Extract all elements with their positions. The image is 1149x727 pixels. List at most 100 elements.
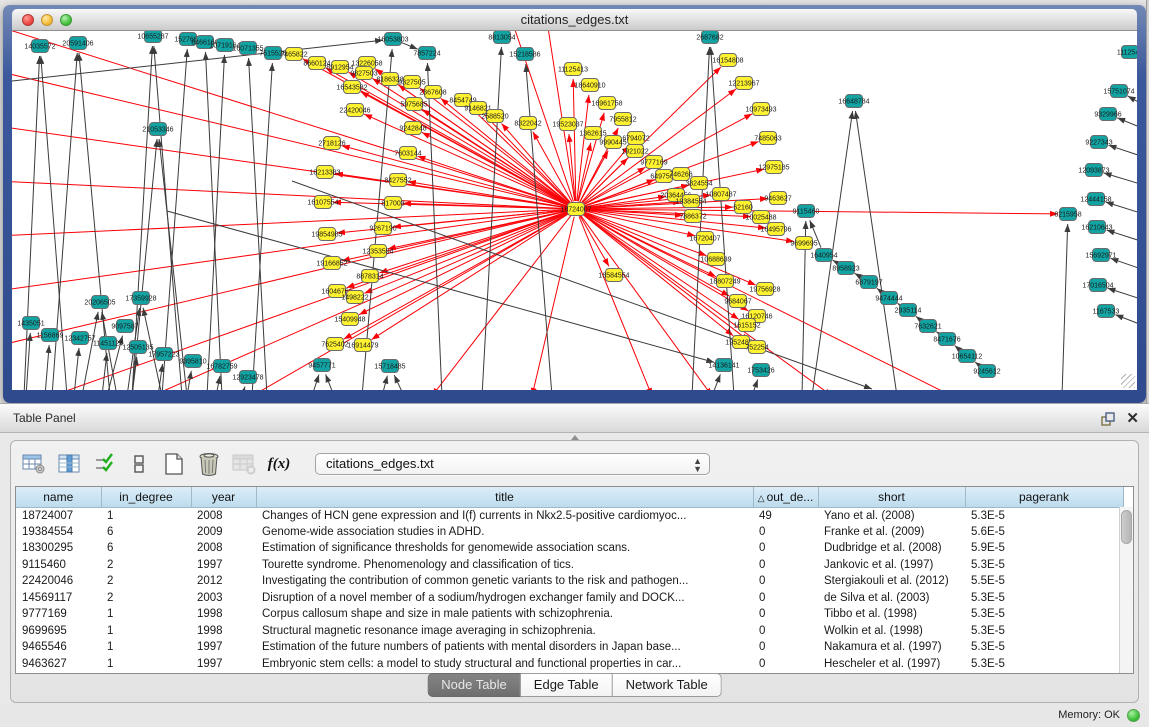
network-node[interactable]: 8215958	[1054, 208, 1081, 221]
column-header-in_degree[interactable]: in_degree	[101, 487, 191, 507]
window-resize-grip[interactable]	[1121, 374, 1135, 388]
table-selector-dropdown[interactable]: citations_edges.txt ▲▼	[315, 453, 710, 475]
network-node[interactable]: 14136141	[708, 359, 739, 372]
network-node[interactable]: 16495796	[760, 223, 791, 236]
network-node[interactable]: 8878314	[356, 270, 383, 283]
network-node[interactable]: 11125413	[558, 63, 588, 76]
network-node[interactable]: 9684067	[724, 295, 751, 308]
table-row[interactable]: 946362711997Embryonic stem cells: a mode…	[16, 656, 1123, 673]
table-row[interactable]: 1938455462009Genome-wide association stu…	[16, 524, 1123, 541]
network-node[interactable]: 18213383	[309, 166, 340, 179]
new-column-icon[interactable]	[161, 451, 187, 477]
network-node[interactable]: 1112544	[1117, 46, 1137, 59]
network-node[interactable]: 10807487	[705, 188, 736, 201]
select-all-icon[interactable]	[91, 451, 117, 477]
network-node[interactable]: 20591406	[62, 37, 93, 50]
network-node[interactable]: 18584554	[598, 269, 629, 282]
tab-edge-table[interactable]: Edge Table	[521, 673, 613, 697]
network-node[interactable]: 19854985	[311, 228, 342, 241]
network-node[interactable]: 16914479	[347, 339, 378, 352]
column-header-year[interactable]: year	[191, 487, 256, 507]
column-header-short[interactable]: short	[818, 487, 965, 507]
network-node[interactable]: 9457771	[308, 359, 335, 372]
network-node[interactable]: 16648784	[838, 95, 869, 108]
column-header-out_de[interactable]: △out_de...	[753, 487, 818, 507]
network-node[interactable]: 16961758	[591, 97, 622, 110]
network-node[interactable]: 2687682	[696, 31, 723, 44]
network-node[interactable]: 20206505	[84, 296, 115, 309]
network-node[interactable]: 14035572	[24, 40, 55, 53]
network-node[interactable]: 9474444	[875, 292, 902, 305]
network-node[interactable]: 7886372	[679, 210, 706, 223]
network-node[interactable]: 12923478	[232, 371, 263, 384]
table-mode-icon[interactable]	[21, 451, 47, 477]
network-node[interactable]: 7603144	[394, 147, 421, 160]
window-zoom-button[interactable]	[60, 14, 72, 26]
table-row[interactable]: 911546021997Tourette syndrome. Phenomeno…	[16, 557, 1123, 574]
network-node[interactable]: 16720407	[689, 232, 720, 245]
function-builder-icon[interactable]: f(x)	[266, 451, 292, 477]
network-node[interactable]: 12342757	[64, 332, 95, 345]
network-node[interactable]: 817003	[381, 197, 404, 210]
network-node[interactable]: 9329966	[1094, 108, 1121, 121]
network-node[interactable]: 746266	[669, 168, 692, 181]
network-node[interactable]: 2718126	[318, 137, 345, 150]
network-node[interactable]: 12975185	[758, 161, 789, 174]
network-node[interactable]: 9267190	[369, 222, 396, 235]
network-node[interactable]: 9097587	[111, 320, 138, 333]
network-node[interactable]: 62160	[733, 201, 753, 214]
network-node[interactable]: 7485063	[754, 132, 781, 145]
network-node[interactable]: 8813054	[488, 31, 515, 44]
network-node[interactable]: 16154808	[712, 54, 743, 67]
network-node[interactable]: 2367608	[419, 86, 446, 99]
network-node[interactable]: 7857224	[413, 47, 440, 60]
network-node[interactable]: 7632621	[914, 320, 941, 333]
network-node[interactable]: 12093873	[1078, 164, 1109, 177]
network-node[interactable]: 16210643	[1081, 221, 1112, 234]
network-node[interactable]: 12444158	[1080, 193, 1111, 206]
tab-network-table[interactable]: Network Table	[613, 673, 722, 697]
table-scrollbar[interactable]	[1119, 507, 1133, 673]
network-node[interactable]: 9245612	[973, 365, 1000, 378]
network-node[interactable]: 15718485	[374, 360, 405, 373]
network-node[interactable]: 1435051	[17, 317, 44, 330]
table-row[interactable]: 2242004622012Investigating the contribut…	[16, 573, 1123, 590]
network-node[interactable]: 2935114	[895, 304, 922, 317]
table-row[interactable]: 1456911722003Disruption of a novel membe…	[16, 590, 1123, 607]
network-node[interactable]: 8958923	[832, 262, 859, 275]
network-node[interactable]: 11451124	[93, 337, 123, 350]
unselect-all-icon[interactable]	[126, 451, 152, 477]
network-node[interactable]: 1753426	[747, 364, 774, 377]
network-node[interactable]: 8471676	[933, 333, 960, 346]
network-node[interactable]: 12213967	[728, 77, 759, 90]
window-close-button[interactable]	[22, 14, 34, 26]
network-node[interactable]: 9699695	[790, 237, 817, 250]
window-minimize-button[interactable]	[41, 14, 53, 26]
close-panel-icon[interactable]: ✕	[1126, 411, 1139, 426]
network-node[interactable]: 6879197	[855, 276, 882, 289]
network-node[interactable]: 10654112	[952, 350, 983, 363]
network-window-titlebar[interactable]: citations_edges.txt	[12, 9, 1137, 31]
network-node[interactable]: 7625402	[321, 338, 348, 351]
network-node[interactable]: 752254	[745, 341, 768, 354]
network-node[interactable]: 15751074	[1103, 85, 1134, 98]
table-row[interactable]: 1872400712008Changes of HCN gene express…	[16, 507, 1123, 524]
network-node[interactable]: 9227343	[1085, 136, 1112, 149]
network-node[interactable]: 15692971	[1085, 249, 1116, 262]
network-node[interactable]: 17016504	[1082, 279, 1113, 292]
network-canvas[interactable]: 1872400711125413186409101696175879558121…	[12, 31, 1137, 390]
network-node[interactable]: 8322042	[514, 117, 541, 130]
network-node[interactable]: 15218586	[509, 48, 540, 61]
table-scrollbar-thumb[interactable]	[1121, 510, 1132, 544]
network-node[interactable]: 9115460	[793, 205, 820, 218]
float-panel-icon[interactable]	[1101, 412, 1115, 426]
network-node[interactable]: 15409948	[334, 313, 365, 326]
network-node[interactable]: 9463627	[764, 192, 791, 205]
network-node[interactable]: 7955812	[609, 113, 636, 126]
table-row[interactable]: 977716911998Corpus callosum shape and si…	[16, 606, 1123, 623]
delete-column-icon[interactable]	[196, 451, 222, 477]
network-node[interactable]: 1156869	[37, 329, 64, 342]
table-row[interactable]: 946554611997Estimation of the future num…	[16, 639, 1123, 656]
network-node[interactable]: 19166852	[316, 257, 347, 270]
network-node[interactable]: 16782759	[206, 360, 237, 373]
